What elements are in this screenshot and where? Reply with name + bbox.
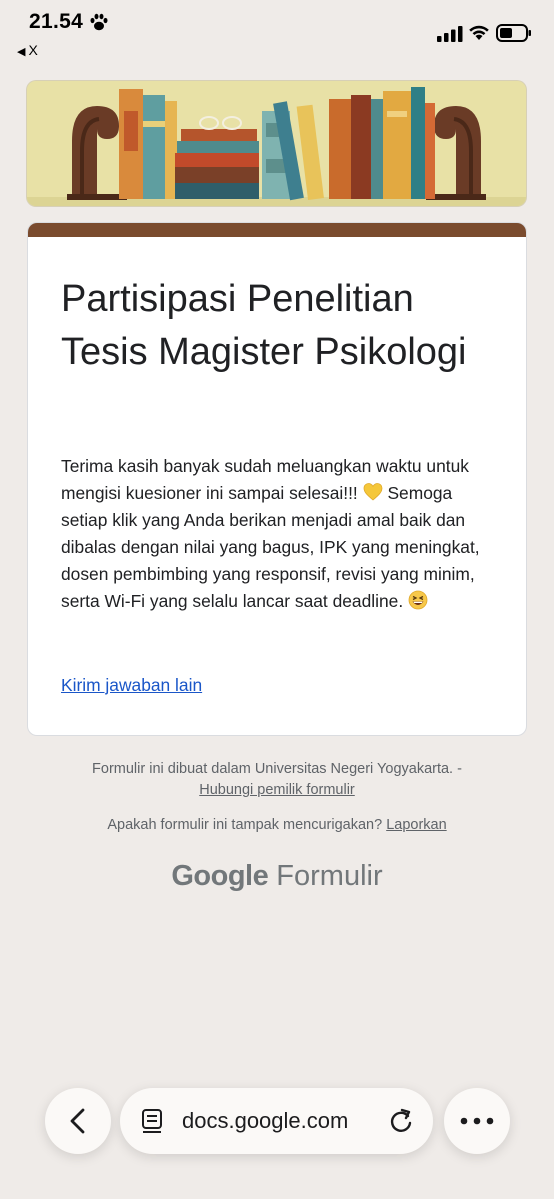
bookshelf-illustration: [27, 81, 526, 206]
card-theme-bar: [28, 223, 526, 237]
chevron-left-icon: [70, 1108, 85, 1134]
google-wordmark: Google: [171, 860, 269, 892]
address-bar[interactable]: docs.google.com: [120, 1088, 433, 1154]
battery-icon: [496, 24, 531, 42]
suspicious-question: Apakah formulir ini tampak mencurigakan?: [107, 817, 383, 833]
page-menu-icon: [142, 1109, 162, 1133]
form-title: Partisipasi Penelitian Tesis Magister Ps…: [61, 278, 467, 373]
browser-back-button[interactable]: [45, 1088, 111, 1154]
submit-another-response-link[interactable]: Kirim jawaban lain: [61, 675, 202, 696]
cellular-signal-icon: [437, 26, 463, 42]
clock: 21.54: [29, 10, 84, 33]
report-link[interactable]: Laporkan: [386, 817, 446, 833]
more-options-button[interactable]: [444, 1088, 510, 1154]
form-header-image: [27, 81, 526, 206]
back-triangle-icon: ◀: [17, 46, 26, 58]
contact-owner-link[interactable]: Hubungi pemilik formulir: [199, 782, 355, 798]
wifi-icon: [469, 25, 489, 40]
footer-report-row: Apakah formulir ini tampak mencurigakan?…: [0, 815, 554, 836]
confirmation-message: Terima kasih banyak sudah meluangkan wak…: [61, 453, 501, 615]
yellow-heart-icon: [363, 483, 382, 501]
back-app-label: X: [28, 42, 38, 58]
reload-icon[interactable]: [388, 1107, 414, 1135]
status-bar: 21.54 ◀ X: [0, 0, 554, 64]
form-confirmation-card: Partisipasi Penelitian Tesis Magister Ps…: [28, 223, 526, 735]
url-text: docs.google.com: [182, 1108, 349, 1133]
more-dots-icon: [460, 1117, 494, 1125]
google-forms-logo[interactable]: Google Formulir: [0, 860, 554, 893]
grinning-squinting-face-icon: [408, 590, 428, 610]
footer-created-in: Formulir ini dibuat dalam Universitas Ne…: [92, 761, 462, 777]
footer-contact-row: Hubungi pemilik formulir: [0, 780, 554, 801]
paw-icon: [90, 13, 108, 31]
forms-wordmark: Formulir: [276, 860, 383, 892]
back-to-app-button[interactable]: ◀ X: [17, 42, 38, 58]
